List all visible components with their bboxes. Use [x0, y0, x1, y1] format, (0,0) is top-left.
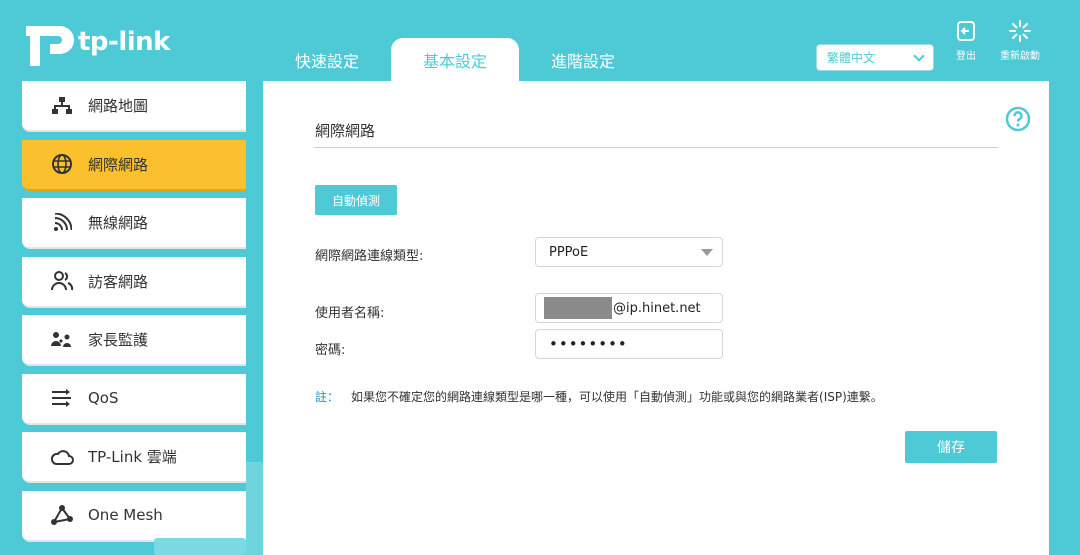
tp-link-logo-icon	[26, 26, 74, 66]
username-value: @ip.hinet.net	[613, 300, 701, 316]
sidebar-item-cloud[interactable]: TP-Link 雲端	[22, 432, 246, 483]
username-input[interactable]: @ip.hinet.net	[535, 293, 723, 323]
sidebar-item-parental-controls[interactable]: 家長監護	[22, 315, 246, 366]
divider	[314, 147, 998, 148]
sidebar-item-label: 家長監護	[88, 331, 149, 349]
password-value: ••••••••	[549, 335, 628, 353]
parental-control-icon	[50, 328, 74, 352]
logout-icon	[957, 21, 975, 41]
network-map-icon	[50, 94, 74, 118]
qos-icon	[50, 386, 74, 410]
tab-quick-setup[interactable]: 快速設定	[263, 38, 391, 81]
chevron-down-icon	[913, 49, 925, 62]
cloud-icon	[50, 445, 74, 469]
page-title: 網際網路	[315, 122, 376, 140]
save-button[interactable]: 儲存	[905, 431, 997, 463]
connection-type-select[interactable]: PPPoE	[535, 237, 723, 267]
connection-type-value: PPPoE	[549, 244, 589, 260]
password-label: 密碼:	[315, 343, 346, 358]
sidebar: 網路地圖 網際網路 無線網路 訪客網路 家長監護 QoS TP-Link 雲端 …	[22, 81, 246, 549]
reboot-spinner-icon	[1009, 20, 1031, 42]
username-label: 使用者名稱:	[315, 306, 385, 321]
top-tabs: 快速設定 基本設定 進階設定	[263, 38, 647, 81]
sidebar-item-label: One Mesh	[88, 506, 163, 524]
reboot-label: 重新啟動	[1000, 51, 1040, 62]
logout-label: 登出	[956, 51, 976, 62]
logout-button[interactable]: 登出	[955, 20, 977, 62]
sidebar-item-qos[interactable]: QoS	[22, 373, 246, 425]
password-input[interactable]: ••••••••	[535, 329, 723, 359]
note-body: 如果您不確定您的網路連線類型是哪一種，可以使用「自動偵測」功能或與您的網路業者(…	[351, 390, 883, 404]
sidebar-item-label: TP-Link 雲端	[88, 448, 177, 466]
mesh-icon	[50, 503, 74, 527]
reboot-button[interactable]: 重新啟動	[1000, 20, 1040, 62]
connection-type-label: 網際網路連線類型:	[315, 249, 424, 264]
dropdown-arrow-icon	[701, 249, 713, 256]
note-text: 註： 如果您不確定您的網路連線類型是哪一種，可以使用「自動偵測」功能或與您的網路業…	[315, 388, 883, 405]
sidebar-item-label: QoS	[88, 389, 119, 407]
decorative-block	[154, 538, 246, 555]
sidebar-item-label: 無線網路	[88, 214, 149, 232]
tab-basic[interactable]: 基本設定	[391, 38, 519, 81]
sidebar-item-label: 網路地圖	[88, 97, 149, 115]
language-select[interactable]: 繁體中文	[816, 44, 934, 71]
sidebar-item-wireless[interactable]: 無線網路	[22, 198, 246, 249]
globe-icon	[50, 152, 74, 176]
redaction-block	[544, 297, 612, 319]
tab-advanced[interactable]: 進階設定	[519, 38, 647, 81]
auto-detect-button[interactable]: 自動偵測	[315, 185, 397, 215]
note-prefix: 註：	[315, 390, 340, 404]
sidebar-item-label: 網際網路	[88, 155, 149, 174]
language-selected: 繁體中文	[827, 51, 876, 65]
wireless-icon	[50, 211, 74, 235]
tp-link-logo: tp-link	[22, 18, 170, 70]
sidebar-item-internet[interactable]: 網際網路	[22, 139, 246, 191]
help-icon[interactable]	[1005, 106, 1031, 136]
sidebar-item-label: 訪客網路	[88, 272, 149, 291]
sidebar-item-one-mesh[interactable]: One Mesh	[22, 490, 246, 542]
sidebar-item-network-map[interactable]: 網路地圖	[22, 81, 246, 132]
guest-users-icon	[50, 269, 74, 293]
sidebar-item-guest-network[interactable]: 訪客網路	[22, 256, 246, 308]
decorative-block	[246, 462, 263, 555]
brand-name: tp-link	[78, 27, 170, 57]
